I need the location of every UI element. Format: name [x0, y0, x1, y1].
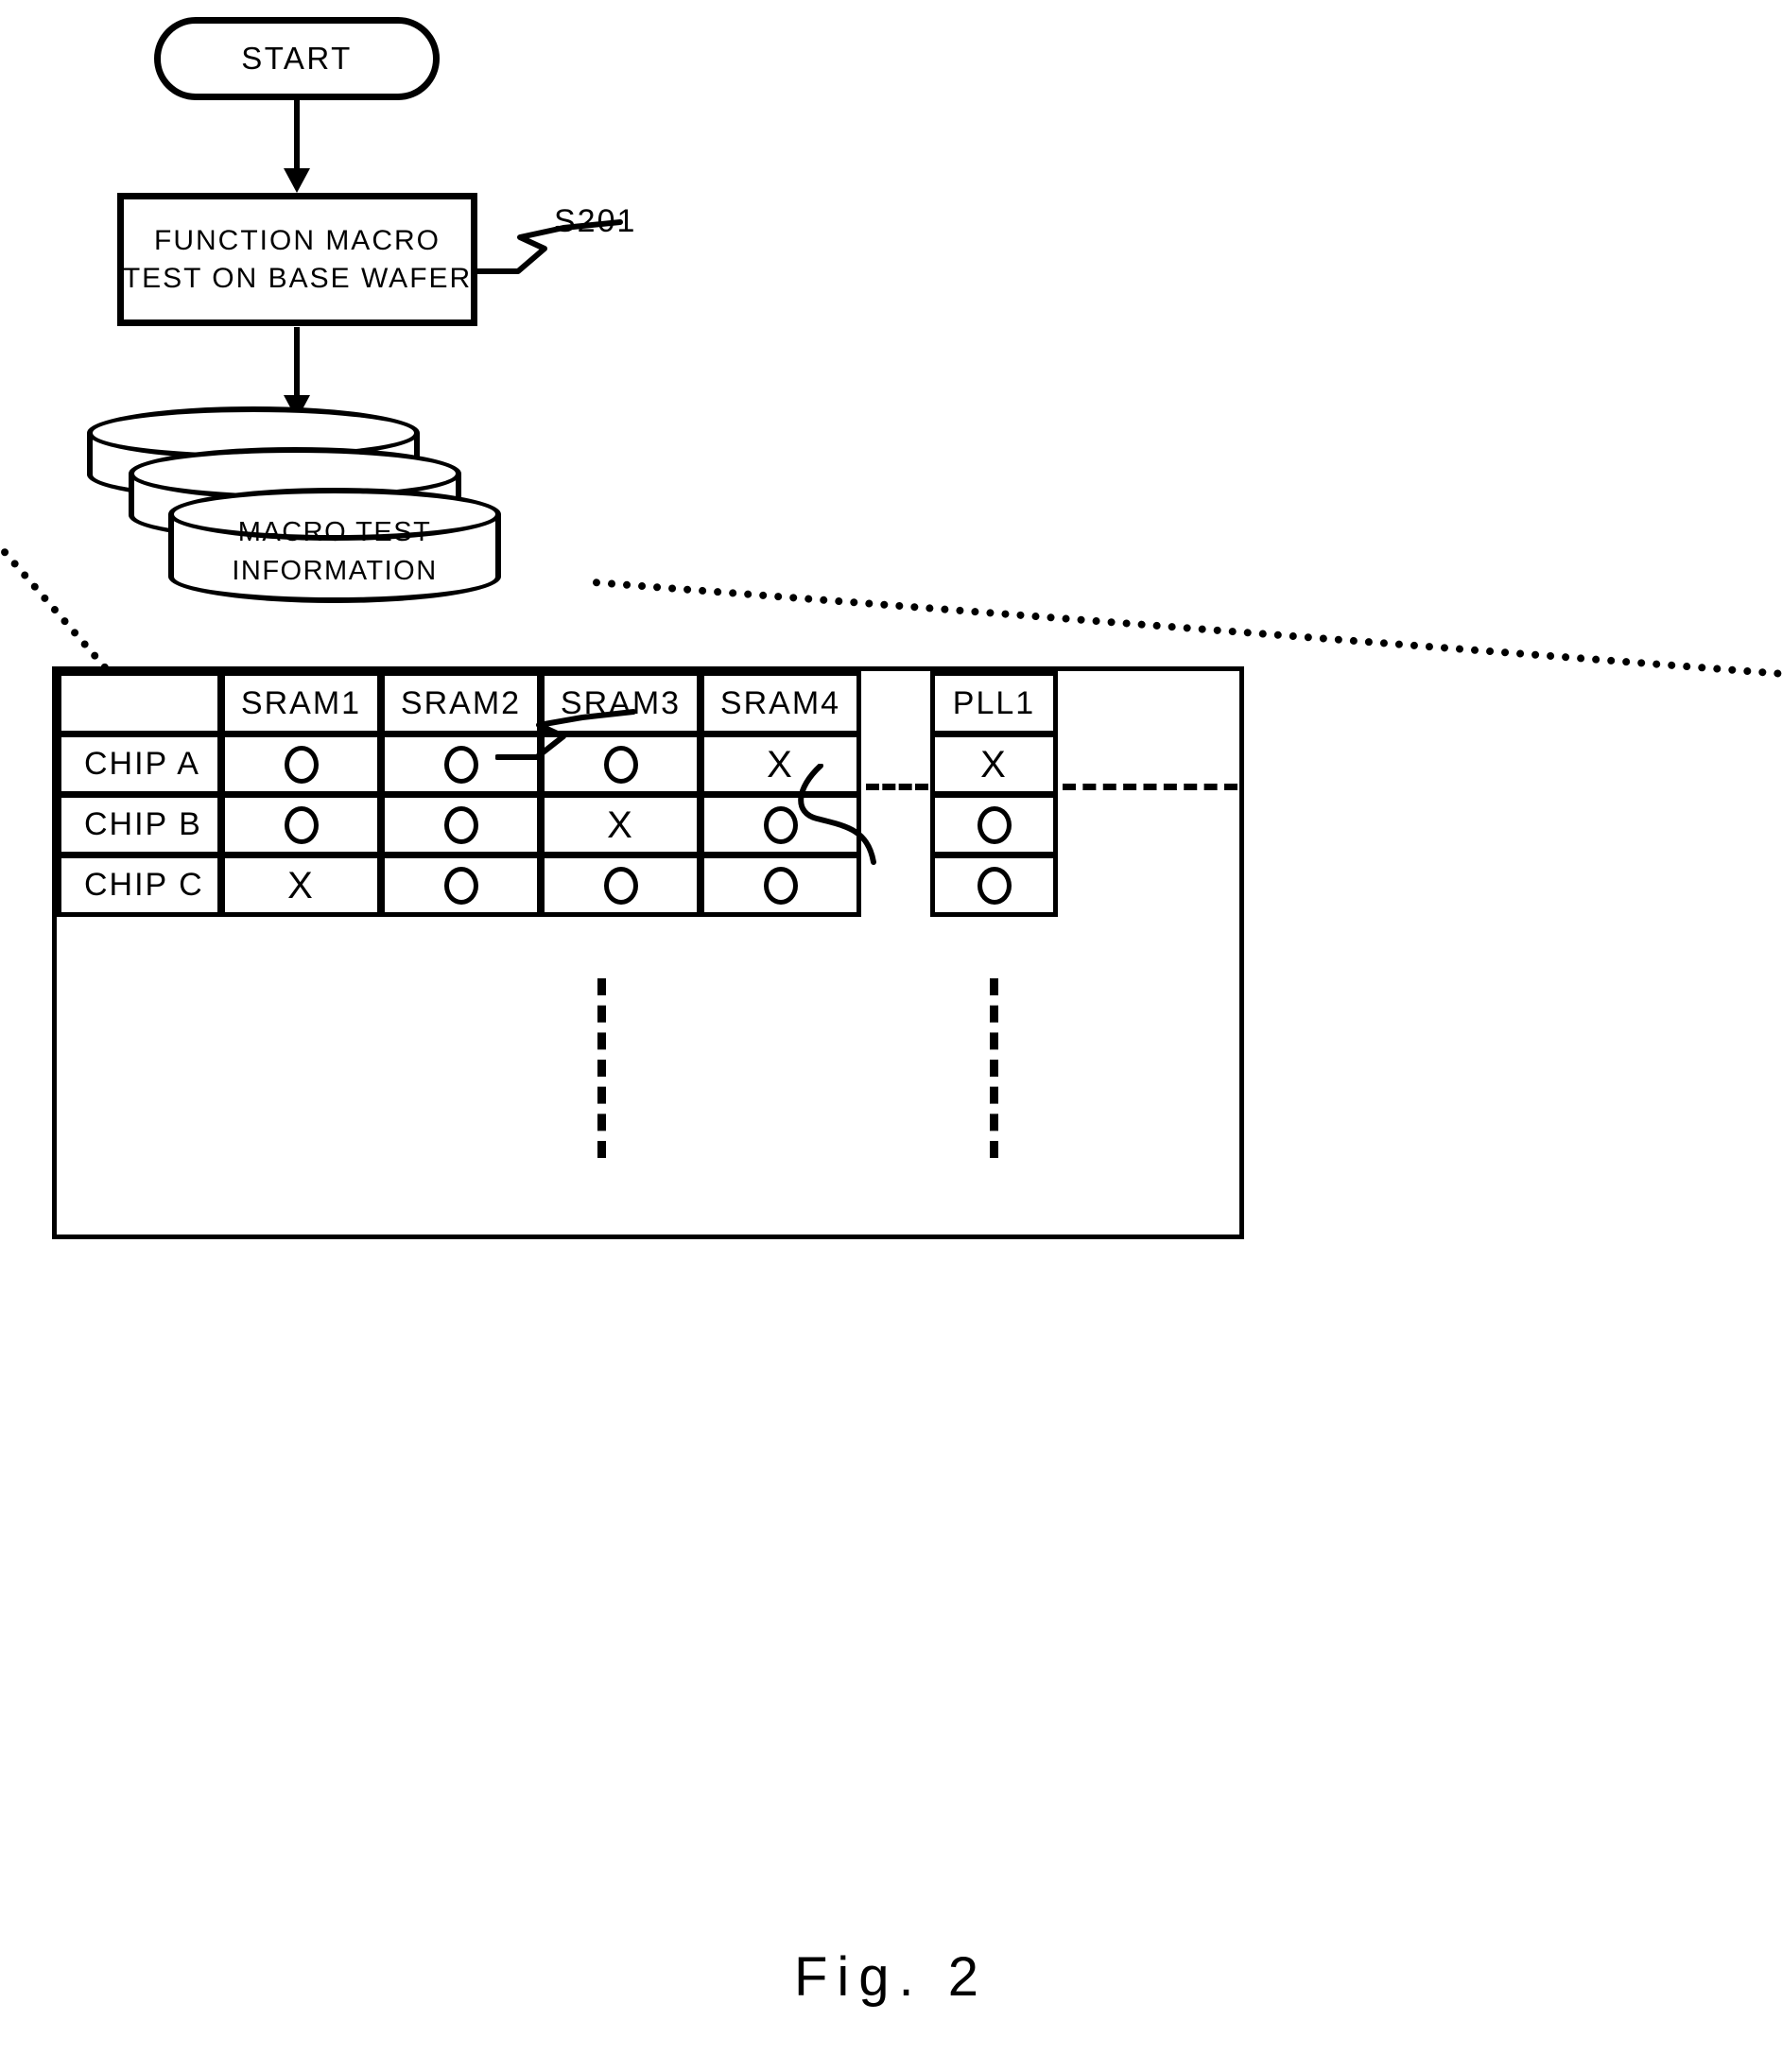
table-cell-chip-c-pll1-value: [977, 866, 1012, 905]
table-cell-chip-c-sram3: [540, 854, 701, 917]
table-cell-chip-a-pll1: X: [930, 733, 1058, 796]
datastore-label-line1: MACRO TEST: [237, 516, 432, 547]
table-cell-chip-a-pll1-value: X: [980, 743, 1008, 786]
figure-page: START FUNCTION MACRO TEST ON BASE WAFER …: [0, 0, 1782, 2072]
datastore-cylinder-front: MACRO TEST INFORMATION: [168, 488, 501, 603]
arrow-start-to-process-head: [284, 168, 310, 193]
process-node-label-line2: TEST ON BASE WAFER: [122, 262, 473, 294]
table-cell-chip-b-sram1-value: [284, 805, 319, 844]
table-header-corner-cell: [57, 671, 222, 735]
table-row-label-chip-b-text: CHIP B: [84, 806, 202, 842]
table-cell-chip-b-pll1: [930, 793, 1058, 856]
table-row-label-chip-a-text: CHIP A: [84, 746, 200, 782]
table-row-label-chip-c: CHIP C: [57, 854, 222, 917]
table-cell-chip-c-pll1: [930, 854, 1058, 917]
table-cell-chip-b-sram2-value: [443, 805, 478, 844]
row-continuation-ellipsis-pll: [990, 978, 998, 1158]
table-cell-chip-b-sram3: X: [540, 793, 701, 856]
datastore-label-line2: INFORMATION: [232, 555, 438, 586]
table-header-sram1: SRAM1: [220, 671, 382, 735]
table-cell-chip-c-sram2-value: [443, 866, 478, 905]
callout-ray-upper: [592, 578, 1782, 681]
table-cell-chip-b-sram3-value: X: [607, 803, 634, 846]
row-continuation-ellipsis-sram: [597, 978, 606, 1158]
datastore-ref-tail-curve: [798, 764, 876, 865]
callout-ray-lower: [0, 489, 121, 684]
table-header-pll1: PLL1: [930, 671, 1058, 735]
start-node-label: START: [241, 41, 353, 76]
table-cell-chip-b-sram1: [220, 793, 382, 856]
table-cell-chip-a-sram2-value: [443, 745, 478, 784]
table-cell-chip-c-sram2: [380, 854, 542, 917]
table-header-pll1-label: PLL1: [952, 684, 1036, 721]
table-cell-chip-b-sram2: [380, 793, 542, 856]
arrow-process-to-datastore-shaft: [294, 327, 300, 399]
table-cell-chip-c-sram1-value: X: [287, 864, 315, 906]
figure-caption: Fig. 2: [793, 1946, 989, 2008]
flowchart-process-node: FUNCTION MACRO TEST ON BASE WAFER: [117, 193, 477, 326]
datastore-ref-leader-line: [495, 709, 636, 760]
table-header-sram1-label: SRAM1: [240, 684, 362, 721]
process-node-label-line1: FUNCTION MACRO: [154, 224, 441, 256]
table-cell-chip-c-sram3-value: [603, 866, 638, 905]
table-cell-chip-b-pll1-value: [977, 805, 1012, 844]
table-row-label-chip-a: CHIP A: [57, 733, 222, 796]
step-ref-label: S201: [554, 203, 637, 239]
arrow-start-to-process-shaft: [294, 100, 300, 172]
table-cell-chip-a-sram1-value: [284, 745, 319, 784]
column-continuation-dash-right: [1063, 784, 1237, 790]
table-cell-chip-c-sram1: X: [220, 854, 382, 917]
table-row-label-chip-c-text: CHIP C: [84, 867, 204, 903]
table-cell-chip-a-sram1: [220, 733, 382, 796]
flowchart-start-node: START: [154, 17, 440, 100]
table-row-label-chip-b: CHIP B: [57, 793, 222, 856]
table-cell-chip-c-sram4-value: [763, 866, 798, 905]
